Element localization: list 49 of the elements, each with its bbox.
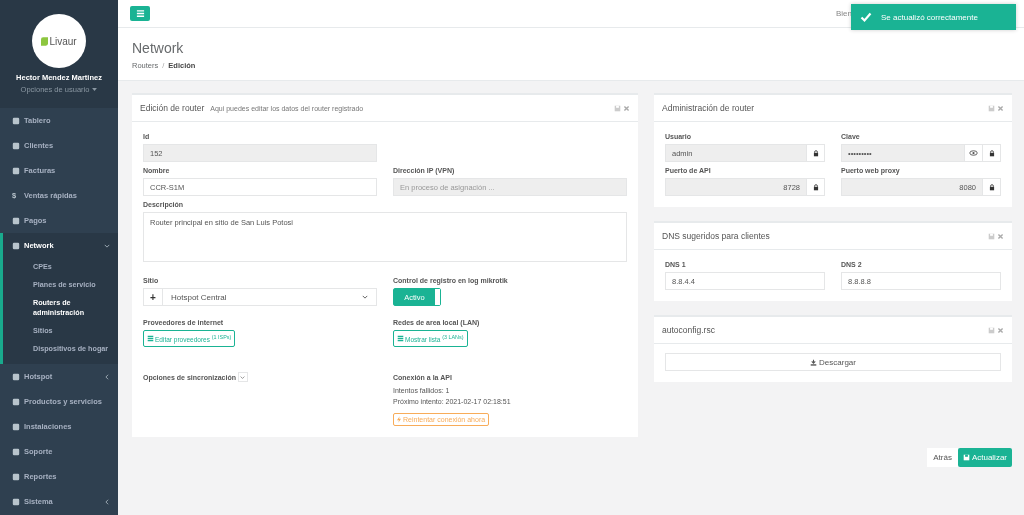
- square-icon: [12, 422, 20, 431]
- download-button[interactable]: Descargar: [665, 353, 1001, 371]
- square-icon: [12, 241, 20, 250]
- lock-icon: [983, 178, 1001, 196]
- back-button[interactable]: Atrás: [927, 448, 958, 467]
- save-icon: [962, 454, 970, 461]
- add-button[interactable]: +: [143, 288, 163, 306]
- page-title: Network: [132, 40, 185, 56]
- menu-icon: [135, 9, 145, 18]
- square-icon: [12, 141, 20, 150]
- close-icon[interactable]: [623, 104, 630, 112]
- panel-title: DNS sugeridos para clientes: [662, 231, 770, 241]
- list-icon: [147, 335, 154, 343]
- expand-button[interactable]: [237, 372, 248, 383]
- brand-name: Livaur: [49, 35, 77, 47]
- toast-message: Se actualizó correctamente: [881, 12, 978, 22]
- menu-button[interactable]: [130, 6, 150, 21]
- download-icon: [810, 358, 818, 366]
- site-select[interactable]: Hotspot Central: [163, 288, 377, 306]
- square-icon: [12, 116, 20, 125]
- close-icon[interactable]: [997, 104, 1004, 112]
- square-icon: [12, 497, 20, 506]
- chevron-icon: [240, 374, 246, 380]
- square-icon: [12, 372, 20, 381]
- save-icon[interactable]: [614, 104, 621, 112]
- leaf-icon: [41, 36, 49, 46]
- save-icon[interactable]: [988, 104, 995, 112]
- save-icon[interactable]: [988, 232, 995, 240]
- square-icon: [12, 166, 20, 175]
- list-icon: [397, 335, 404, 343]
- caret-icon: [92, 88, 98, 91]
- close-icon[interactable]: [997, 326, 1004, 334]
- square-icon: [12, 397, 20, 406]
- lock-icon: [807, 178, 825, 196]
- panel-title: autoconfig.rsc: [662, 325, 715, 335]
- square-icon: [12, 447, 20, 456]
- save-icon[interactable]: [988, 326, 995, 334]
- eye-icon[interactable]: [965, 144, 983, 162]
- greeting-text: Bien: [836, 9, 852, 18]
- square-icon: [12, 472, 20, 481]
- chevron-down-icon: [362, 294, 368, 300]
- lightning-icon: [397, 416, 401, 424]
- checkmark-icon: [860, 11, 872, 23]
- lock-icon: [807, 144, 825, 162]
- lock-icon: [983, 144, 1001, 162]
- square-icon: [12, 216, 20, 225]
- close-icon[interactable]: [997, 232, 1004, 240]
- panel-title: Administración de router: [662, 103, 755, 113]
- panel-title: Edición de router: [140, 103, 205, 113]
